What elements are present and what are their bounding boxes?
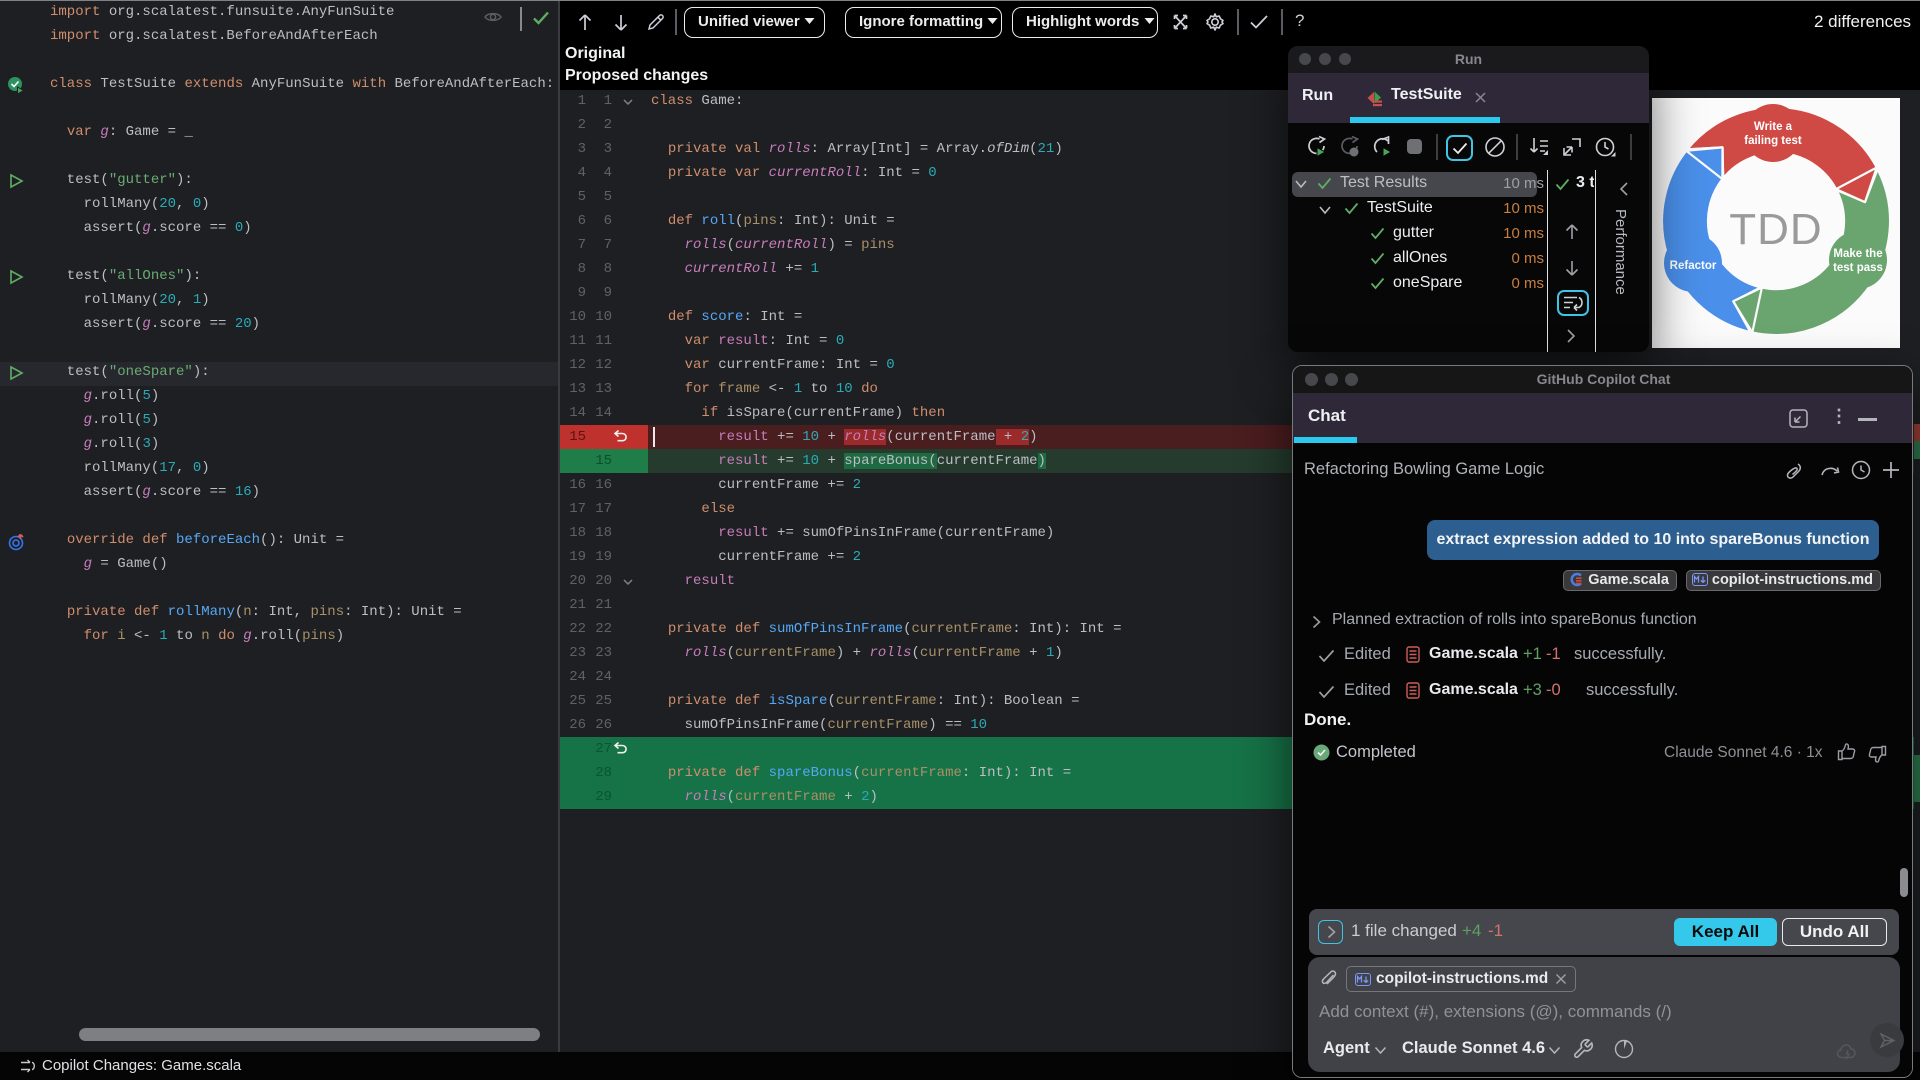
svg-text:Refactor: Refactor bbox=[1670, 260, 1717, 272]
svg-text:test pass: test pass bbox=[1833, 262, 1883, 274]
svg-text:Write a: Write a bbox=[1754, 121, 1793, 133]
svg-text:failing test: failing test bbox=[1744, 135, 1802, 147]
svg-text:Make the: Make the bbox=[1833, 248, 1882, 260]
svg-text:TDD: TDD bbox=[1729, 205, 1822, 254]
